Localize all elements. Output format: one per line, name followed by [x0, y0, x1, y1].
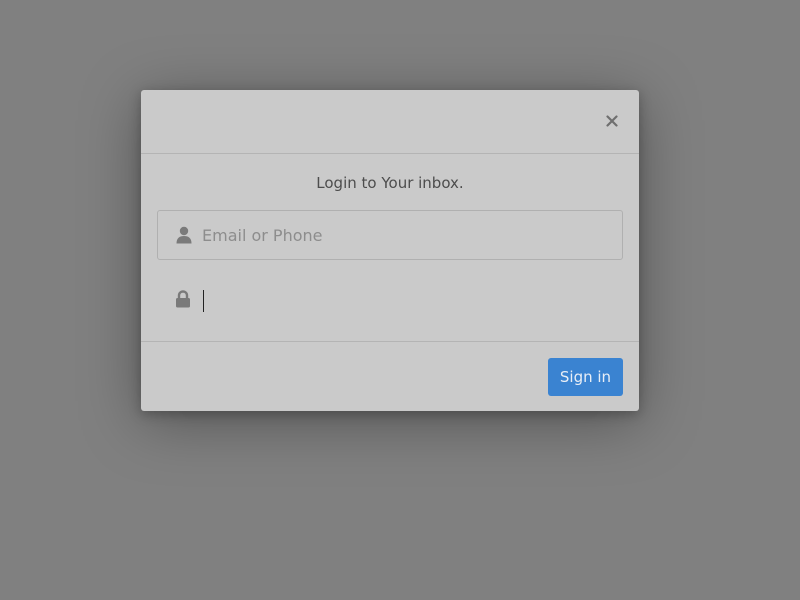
password-field[interactable] — [157, 275, 623, 325]
modal-header — [141, 90, 639, 154]
modal-footer: Sign in — [141, 341, 639, 411]
lock-icon — [173, 289, 193, 309]
login-subtitle: Login to Your inbox. — [316, 174, 464, 192]
user-icon — [174, 225, 194, 245]
password-input[interactable] — [201, 275, 611, 323]
modal-body: Login to Your inbox. — [141, 154, 639, 341]
text-caret — [203, 290, 204, 312]
close-icon — [606, 115, 618, 127]
email-input[interactable] — [202, 211, 612, 259]
login-modal: Login to Your inbox. Sign in — [141, 90, 639, 411]
email-field[interactable] — [157, 210, 623, 260]
close-button[interactable] — [601, 110, 623, 132]
sign-in-button[interactable]: Sign in — [548, 358, 623, 396]
